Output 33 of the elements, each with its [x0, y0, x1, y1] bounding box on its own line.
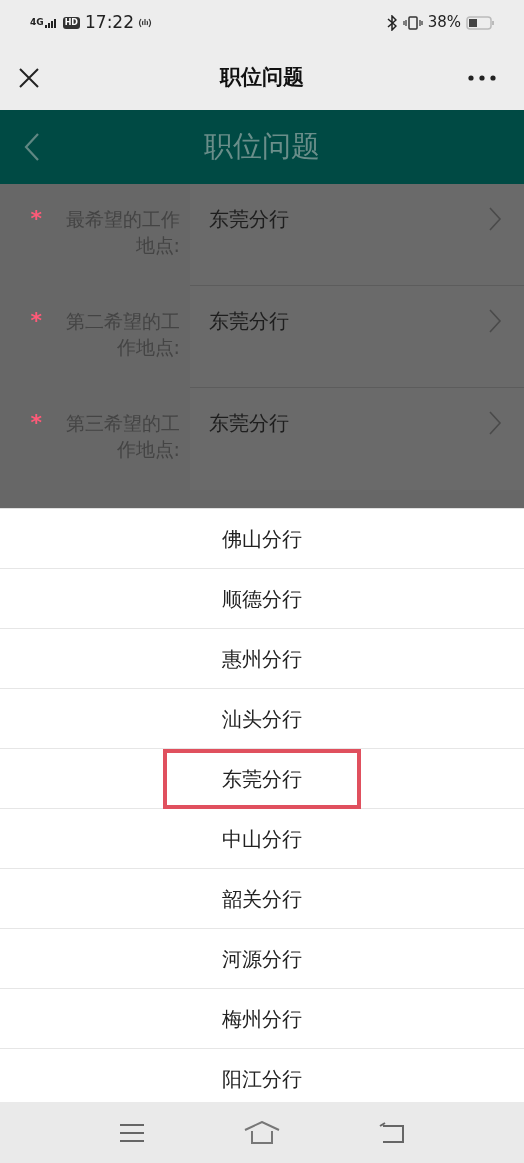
chevron-icon: [488, 308, 502, 334]
back-icon[interactable]: [378, 1121, 405, 1144]
picker-option[interactable]: 河源分行: [222, 943, 302, 974]
required-asterisk: *: [30, 308, 42, 335]
picker-option[interactable]: 东莞分行: [163, 748, 361, 809]
nav-title: 职位问题: [220, 63, 304, 91]
bluetooth-icon: [386, 14, 397, 31]
picker-option[interactable]: 惠州分行: [222, 643, 302, 674]
home-icon[interactable]: [244, 1120, 280, 1145]
battery-icon: [466, 15, 494, 30]
required-asterisk: *: [30, 410, 42, 437]
hd-badge: HD: [62, 16, 80, 29]
picker-option[interactable]: 汕头分行: [222, 703, 302, 734]
status-time: 17:22: [85, 10, 134, 34]
menu-icon[interactable]: [119, 1122, 146, 1143]
back-icon[interactable]: [24, 132, 40, 162]
picker-option[interactable]: 中山分行: [222, 823, 302, 854]
picker-option[interactable]: 阳江分行: [222, 1063, 302, 1094]
required-asterisk: *: [30, 206, 42, 233]
vibrate-icon: [402, 15, 423, 30]
wireless-icon: [138, 16, 152, 29]
picker-option[interactable]: 梅州分行: [222, 1003, 302, 1034]
picker-option[interactable]: 佛山分行: [222, 523, 302, 554]
page-title: 职位问题: [204, 128, 320, 166]
picker-option[interactable]: 韶关分行: [222, 883, 302, 914]
signal-icon: [44, 17, 59, 28]
battery-percent: 38%: [427, 12, 461, 34]
chevron-icon: [488, 206, 502, 232]
close-icon[interactable]: [18, 66, 40, 89]
picker-option[interactable]: 顺德分行: [222, 583, 302, 614]
more-icon[interactable]: [468, 74, 496, 81]
network-label: 4G: [30, 18, 44, 27]
chevron-icon: [488, 410, 502, 436]
